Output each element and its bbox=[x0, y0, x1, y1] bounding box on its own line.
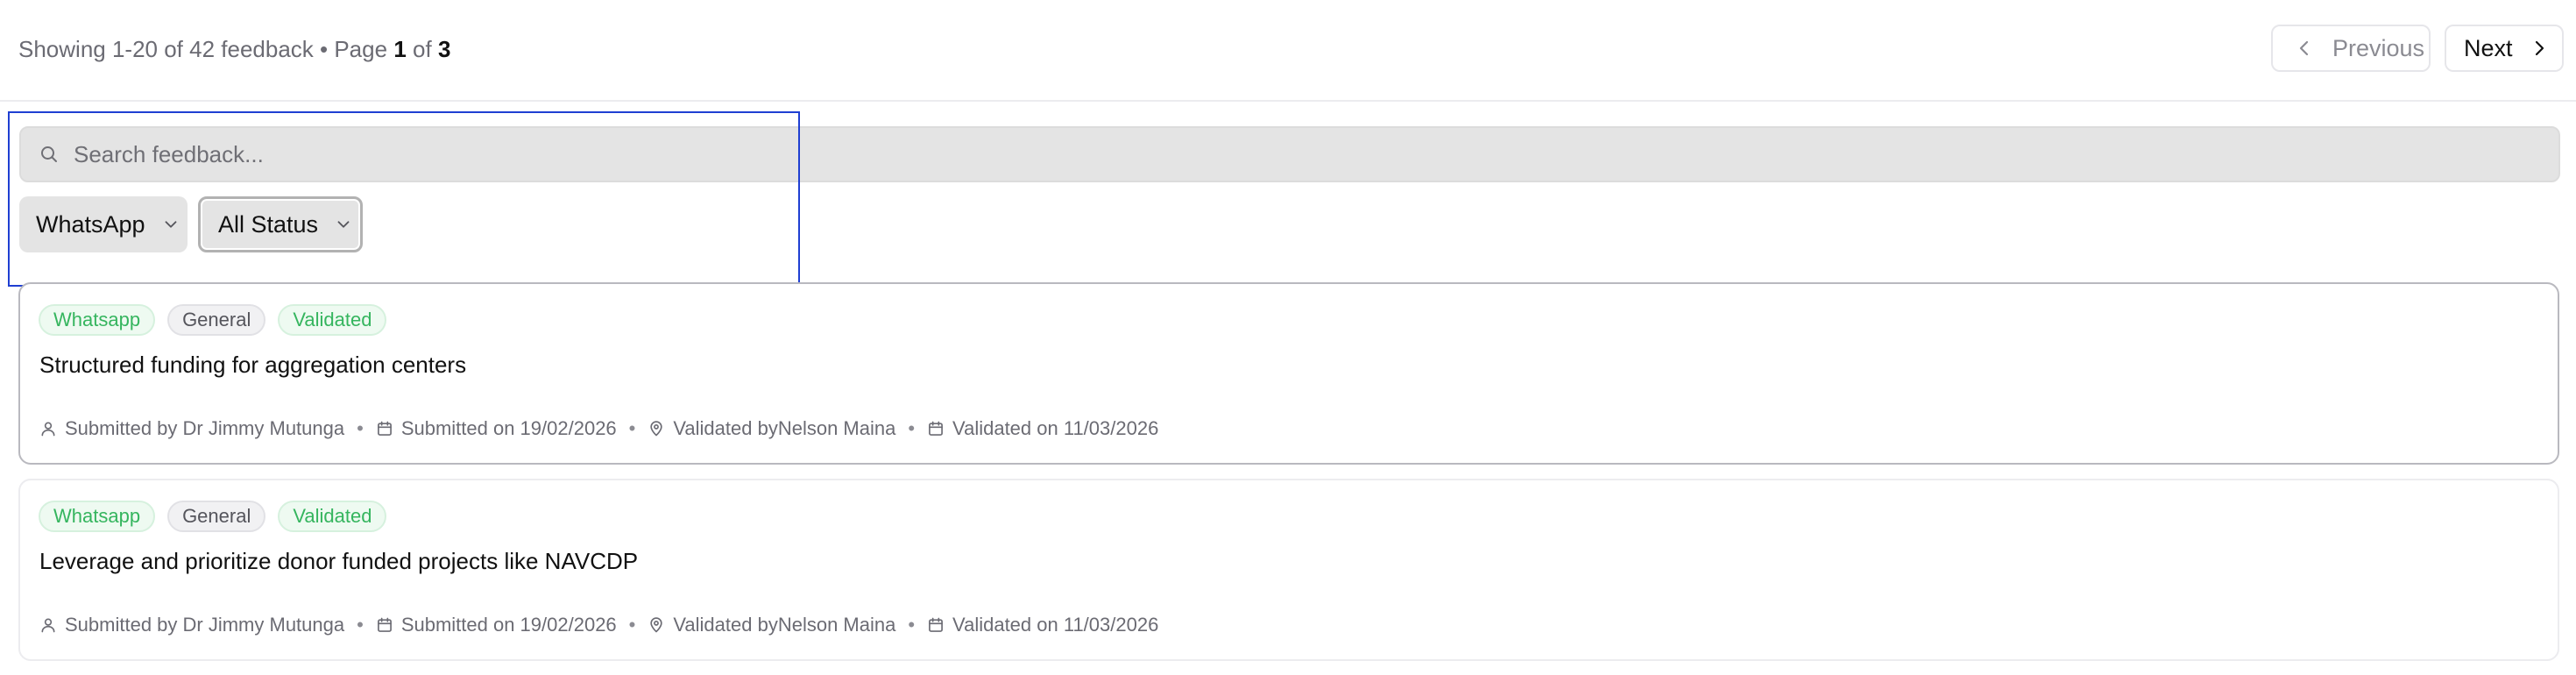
status-badge: Validated bbox=[278, 304, 387, 336]
map-pin-icon bbox=[648, 616, 665, 634]
total-pages: 3 bbox=[437, 36, 451, 62]
next-button[interactable]: Next bbox=[2445, 25, 2564, 72]
calendar-icon bbox=[927, 616, 945, 634]
meta-separator: • bbox=[908, 417, 916, 439]
meta-separator: • bbox=[628, 417, 636, 439]
validated-by-text: Validated byNelson Maina bbox=[673, 614, 896, 636]
channel-badge: Whatsapp bbox=[39, 501, 156, 532]
search-box[interactable] bbox=[19, 126, 2560, 182]
feedback-meta: Submitted by Dr Jimmy Mutunga • Submitte… bbox=[39, 417, 1158, 440]
category-badge: General bbox=[167, 304, 266, 336]
validated-on: Validated on 11/03/2026 bbox=[927, 417, 1158, 440]
submitted-by: Submitted by Dr Jimmy Mutunga bbox=[39, 417, 344, 440]
meta-separator: • bbox=[628, 614, 636, 636]
tag-list: Whatsapp General Validated bbox=[39, 304, 387, 336]
showing-text: Showing 1-20 of 42 feedback • Page bbox=[18, 36, 388, 62]
feedback-card[interactable]: Whatsapp General Validated Structured fu… bbox=[18, 282, 2559, 465]
chevron-left-icon bbox=[2294, 38, 2315, 59]
chevron-down-icon bbox=[161, 215, 180, 234]
meta-separator: • bbox=[357, 417, 364, 439]
category-badge: General bbox=[167, 501, 266, 532]
feedback-meta: Submitted by Dr Jimmy Mutunga • Submitte… bbox=[39, 614, 1158, 636]
channel-filter-value: WhatsApp bbox=[36, 210, 145, 238]
calendar-icon bbox=[376, 616, 393, 634]
meta-separator: • bbox=[357, 614, 364, 636]
search-icon bbox=[39, 144, 60, 165]
chevron-right-icon bbox=[2529, 38, 2550, 59]
submitted-by-text: Submitted by Dr Jimmy Mutunga bbox=[65, 417, 345, 439]
tag-list: Whatsapp General Validated bbox=[39, 501, 387, 532]
status-filter-select[interactable]: All Status bbox=[198, 196, 363, 252]
submitted-on: Submitted on 19/02/2026 bbox=[376, 614, 617, 636]
submitted-by: Submitted by Dr Jimmy Mutunga bbox=[39, 614, 344, 636]
pagination-bar: Showing 1-20 of 42 feedback • Page 1 of … bbox=[0, 0, 2576, 102]
validated-on: Validated on 11/03/2026 bbox=[927, 614, 1158, 636]
feedback-title: Leverage and prioritize donor funded pro… bbox=[39, 548, 639, 574]
status-filter-value: All Status bbox=[218, 210, 319, 238]
validated-on-text: Validated on 11/03/2026 bbox=[952, 417, 1159, 439]
submitted-on-text: Submitted on 19/02/2026 bbox=[400, 614, 617, 636]
current-page: 1 bbox=[393, 36, 407, 62]
user-icon bbox=[39, 420, 57, 437]
submitted-by-text: Submitted by Dr Jimmy Mutunga bbox=[65, 614, 345, 636]
next-label: Next bbox=[2464, 34, 2513, 61]
pagination-summary: Showing 1-20 of 42 feedback • Page 1 of … bbox=[18, 33, 450, 65]
validated-by: Validated byNelson Maina bbox=[648, 417, 895, 440]
search-input[interactable] bbox=[72, 139, 2546, 169]
validated-by-text: Validated byNelson Maina bbox=[673, 417, 896, 439]
feedback-title: Structured funding for aggregation cente… bbox=[39, 352, 467, 378]
calendar-icon bbox=[927, 420, 945, 437]
validated-on-text: Validated on 11/03/2026 bbox=[952, 614, 1159, 636]
map-pin-icon bbox=[648, 420, 665, 437]
status-badge: Validated bbox=[278, 501, 387, 532]
calendar-icon bbox=[376, 420, 393, 437]
feedback-page: Showing 1-20 of 42 feedback • Page 1 of … bbox=[0, 0, 2576, 675]
submitted-on: Submitted on 19/02/2026 bbox=[376, 417, 617, 440]
channel-filter-select[interactable]: WhatsApp bbox=[19, 196, 188, 252]
previous-button[interactable]: Previous bbox=[2271, 25, 2431, 72]
submitted-on-text: Submitted on 19/02/2026 bbox=[400, 417, 617, 439]
of-label: of bbox=[413, 36, 432, 62]
meta-separator: • bbox=[908, 614, 916, 636]
previous-label: Previous bbox=[2332, 34, 2425, 61]
user-icon bbox=[39, 616, 57, 634]
validated-by: Validated byNelson Maina bbox=[648, 614, 895, 636]
feedback-card[interactable]: Whatsapp General Validated Leverage and … bbox=[18, 479, 2559, 661]
chevron-down-icon bbox=[334, 215, 353, 234]
channel-badge: Whatsapp bbox=[39, 304, 156, 336]
